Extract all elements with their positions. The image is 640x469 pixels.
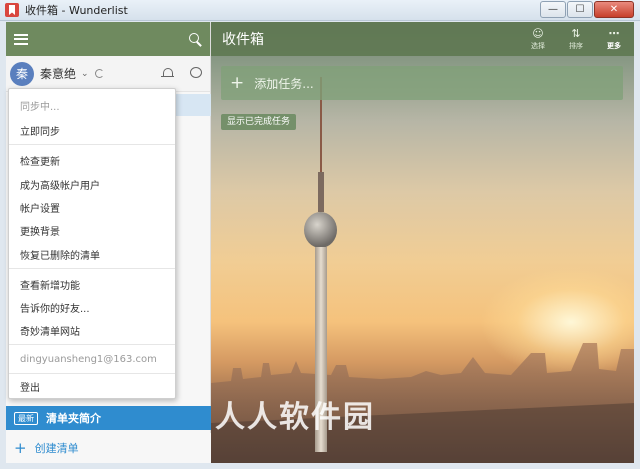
menu-item-syncing: 同步中... — [20, 102, 60, 113]
share-label: 选择 — [531, 42, 545, 50]
sort-button[interactable]: ⇅ 排序 — [561, 27, 591, 51]
sort-icon: ⇅ — [571, 27, 581, 40]
menu-divider — [9, 268, 175, 269]
share-button[interactable]: ☺ 选择 — [523, 27, 553, 51]
menu-item-tell-friends[interactable]: 告诉你的好友... — [20, 300, 90, 315]
chat-icon[interactable] — [190, 67, 202, 78]
maximize-button[interactable]: ☐ — [567, 1, 593, 18]
sidebar-header — [6, 22, 210, 56]
watermark: 人人软件园 — [215, 400, 375, 435]
more-label: 更多 — [607, 42, 621, 50]
menu-divider — [9, 373, 175, 374]
menu-item-sync-now[interactable]: 立即同步 — [20, 123, 60, 138]
window-titlebar: 收件箱 - Wunderlist — ☐ ✕ — [0, 0, 640, 21]
menu-item-go-pro[interactable]: 成为高级帐户用户 — [20, 177, 100, 192]
window-controls: — ☐ ✕ — [540, 1, 634, 18]
menu-item-change-background[interactable]: 更换背景 — [20, 223, 60, 238]
wunderlist-logo-icon — [5, 3, 19, 17]
menu-item-whats-new[interactable]: 查看新增功能 — [20, 277, 80, 292]
chevron-down-icon[interactable]: ⌄ — [81, 69, 89, 79]
plus-icon: + — [14, 438, 27, 457]
menu-item-account-email: dingyuansheng1@163.com — [20, 354, 157, 365]
sync-icon — [94, 69, 104, 78]
user-row[interactable]: 秦 秦意绝 ⌄ — [6, 56, 210, 92]
sidebar-item-list-intro[interactable]: 最新 清单夹简介 — [6, 406, 211, 430]
menu-divider — [9, 344, 175, 345]
background-city-image — [211, 343, 634, 463]
search-icon[interactable] — [189, 32, 202, 46]
window-title: 收件箱 - Wunderlist — [25, 4, 128, 17]
close-button[interactable]: ✕ — [594, 1, 634, 18]
more-button[interactable]: ⋯ 更多 — [599, 27, 629, 51]
hamburger-menu-icon[interactable] — [14, 33, 28, 45]
minimize-button[interactable]: — — [540, 1, 566, 18]
sidebar-item-label: 清单夹简介 — [46, 412, 101, 425]
menu-item-sign-out[interactable]: 登出 — [20, 379, 40, 394]
create-list-button[interactable]: + 创建清单 — [6, 433, 211, 463]
menu-item-account-settings[interactable]: 帐户设置 — [20, 200, 60, 215]
page-title: 收件箱 — [222, 32, 264, 48]
menu-item-website[interactable]: 奇妙清单网站 — [20, 323, 80, 338]
menu-divider — [9, 144, 175, 145]
show-completed-button[interactable]: 显示已完成任务 — [221, 114, 297, 130]
sort-label: 排序 — [569, 42, 583, 50]
account-dropdown-menu: 同步中... 立即同步 检查更新 成为高级帐户用户 帐户设置 更换背景 恢复已删… — [8, 88, 176, 399]
plus-icon: + — [230, 72, 245, 93]
avatar[interactable]: 秦 — [10, 61, 34, 86]
add-task-placeholder: 添加任务... — [254, 76, 314, 91]
user-share-icon: ☺ — [532, 27, 544, 40]
add-task-input[interactable]: + 添加任务... — [221, 66, 623, 100]
menu-item-restore-lists[interactable]: 恢复已删除的清单 — [20, 247, 100, 262]
selected-list-highlight — [176, 94, 211, 116]
create-list-label: 创建清单 — [34, 442, 79, 455]
bell-icon[interactable] — [161, 68, 174, 79]
user-name[interactable]: 秦意绝 — [40, 65, 76, 82]
menu-item-check-updates[interactable]: 检查更新 — [20, 153, 60, 168]
more-dots-icon: ⋯ — [608, 27, 620, 40]
new-badge: 最新 — [14, 411, 38, 425]
